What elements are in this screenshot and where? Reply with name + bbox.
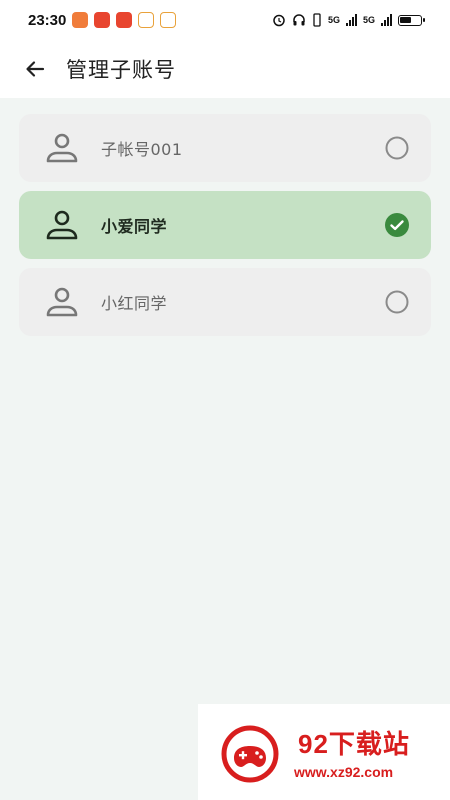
status-right: 5G 5G [272, 13, 425, 27]
watermark-url: www.xz92.com [294, 764, 394, 780]
account-name: 小红同学 [101, 294, 168, 313]
app-notification-icon [94, 12, 111, 28]
headphones-icon [293, 14, 305, 26]
alarm-icon [273, 14, 285, 27]
network-type-1: 5G [327, 15, 340, 25]
status-left: 23:30 [28, 11, 177, 29]
person-icon [46, 133, 78, 163]
account-item-selected[interactable]: 小爱同学 [19, 191, 431, 259]
radio-unchecked-icon[interactable] [385, 136, 409, 160]
radio-unchecked-icon[interactable] [385, 290, 409, 314]
weibo-icon [160, 12, 177, 28]
person-icon [46, 287, 78, 317]
back-button[interactable] [20, 54, 50, 84]
watermark-title: 92下载站 [298, 729, 410, 759]
signal-icon [381, 14, 392, 26]
app-bar: 管理子账号 [0, 40, 450, 98]
status-bar: 23:30 5G 5G [0, 0, 450, 40]
battery-icon [398, 14, 425, 26]
weibo-icon [138, 12, 155, 28]
account-name: 子帐号001 [101, 140, 183, 159]
person-icon [46, 210, 78, 240]
arrow-left-icon [26, 61, 45, 77]
app-notification-icon [72, 12, 89, 28]
network-type-2: 5G [362, 15, 375, 25]
check-circle-icon[interactable] [385, 213, 409, 237]
status-time: 23:30 [28, 11, 67, 29]
vibrate-icon [313, 13, 321, 27]
gamepad-logo-icon [221, 725, 279, 783]
account-name: 小爱同学 [101, 217, 168, 236]
account-item[interactable]: 子帐号001 [19, 114, 431, 182]
watermark: 92下载站 www.xz92.com [198, 704, 450, 800]
app-notification-icon [116, 12, 133, 28]
page-title: 管理子账号 [66, 58, 176, 82]
battery-level [400, 16, 411, 23]
account-list: 子帐号001 小爱同学 小红同学 [19, 114, 431, 345]
signal-icon [345, 14, 357, 26]
account-item[interactable]: 小红同学 [19, 268, 431, 336]
